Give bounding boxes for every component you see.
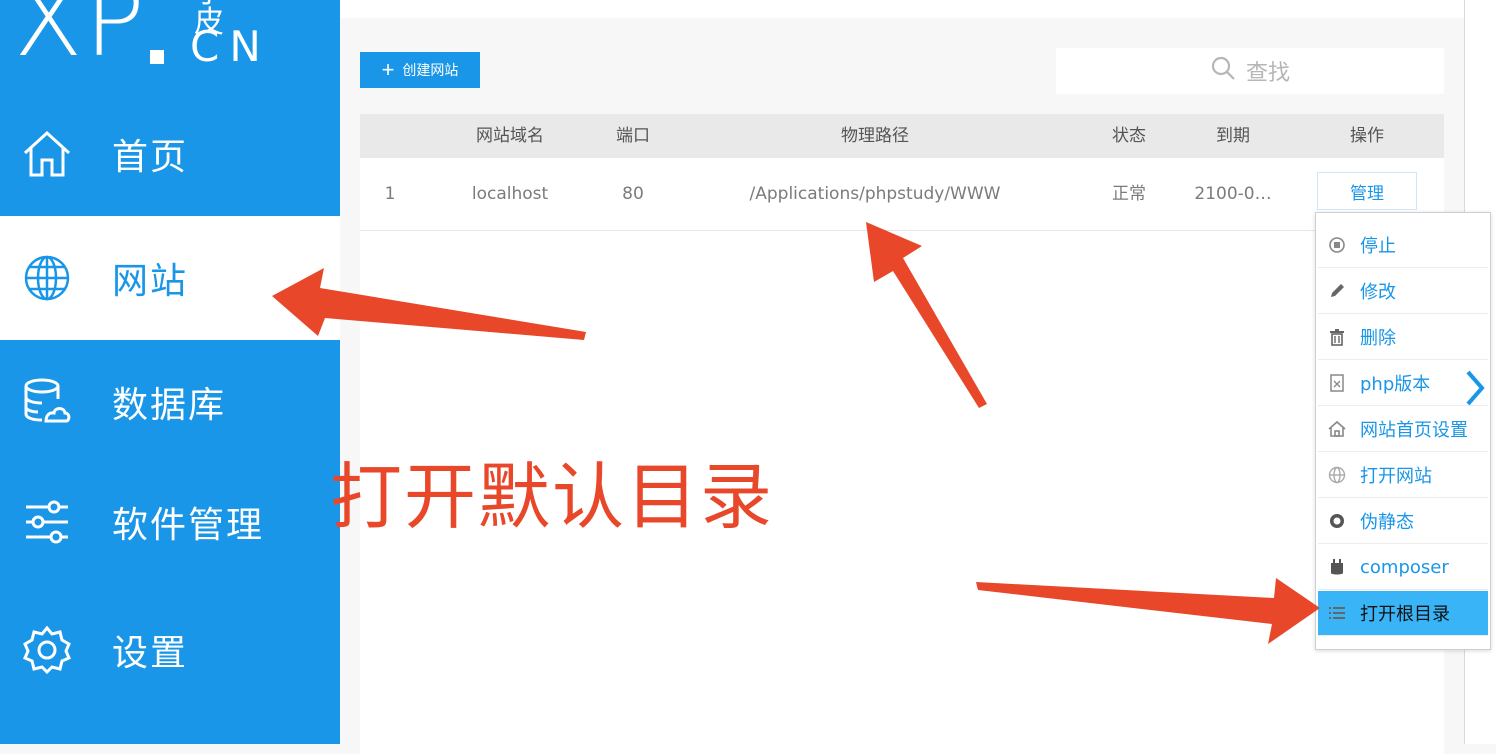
pencil-icon [1328,282,1346,300]
menu-item-label: 修改 [1360,282,1396,303]
table-header: 网站域名 端口 物理路径 状态 到期 操作 [360,114,1444,158]
row-expiry: 2100-0… [1194,184,1272,204]
websites-table: 网站域名 端口 物理路径 状态 到期 操作 1 localhost 80 /Ap… [360,114,1444,754]
home-icon [22,129,72,179]
sidebar-item-home[interactable]: 首页 [0,92,340,216]
home-small-icon [1328,420,1346,438]
column-header-port: 端口 [616,126,650,146]
column-header-path: 物理路径 [841,126,909,146]
menu-item-rewrite[interactable]: 伪静态 [1318,499,1488,544]
annotation-text: 打开默认目录 [330,455,775,539]
row-domain: localhost [471,184,549,204]
menu-item-stop[interactable]: 停止 [1318,223,1488,268]
manage-button[interactable]: 管理 [1317,172,1417,210]
sidebar-item-label: 设置 [112,633,189,674]
sidebar-item-label: 软件管理 [112,505,265,546]
table-row: 1 localhost 80 /Applications/phpstudy/WW… [360,158,1444,231]
menu-item-open-website[interactable]: 打开网站 [1318,453,1488,498]
menu-item-composer[interactable]: composer [1318,545,1488,590]
menu-item-label: 打开根目录 [1360,604,1450,625]
search-input[interactable]: 查找 [1056,48,1444,94]
column-header-expiry: 到期 [1216,126,1250,146]
row-index: 1 [384,184,396,204]
menu-item-delete[interactable]: 删除 [1318,315,1488,360]
column-header-domain: 网站域名 [476,126,544,146]
row-status: 正常 [1112,184,1146,204]
php-file-icon [1328,374,1346,392]
menu-item-label: 删除 [1360,328,1396,349]
gear-small-icon [1328,512,1346,530]
search-icon [1210,55,1236,87]
menu-item-open-root-directory[interactable]: 打开根目录 [1318,591,1488,636]
sidebar-item-settings[interactable]: 设置 [0,588,340,712]
menu-item-edit[interactable]: 修改 [1318,269,1488,314]
menu-item-label: php版本 [1360,374,1431,395]
top-band [340,0,1464,18]
menu-item-label: 停止 [1360,236,1396,257]
menu-item-label: composer [1360,556,1449,578]
search-placeholder: 查找 [1245,61,1290,86]
menu-item-label: 打开网站 [1360,466,1432,487]
manage-dropdown-menu: 停止 修改 删除 php版本 网站首页设置 打开网站 伪静态 composer … [1315,212,1491,650]
plus-icon: + [381,57,395,82]
sidebar-item-websites[interactable]: 网站 [0,216,340,340]
row-path: /Applications/phpstudy/WWW [749,184,1001,204]
sidebar-item-software[interactable]: 软件管理 [0,460,340,584]
sliders-icon [22,497,72,547]
create-website-label: 创建网站 [402,62,459,78]
globe-small-icon [1328,466,1346,484]
row-port: 80 [622,184,644,204]
chevron-right-icon[interactable] [1464,366,1488,410]
sidebar-item-label: 数据库 [112,385,227,426]
create-website-button[interactable]: + 创建网站 [360,52,480,88]
stop-icon [1328,236,1346,254]
main-content: + 创建网站 查找 网站域名 端口 物理路径 状态 到期 操作 1 localh… [340,0,1464,754]
logo-dot [150,50,164,64]
sidebar-item-label: 首页 [112,137,189,178]
list-icon [1328,604,1346,622]
database-icon [22,377,72,427]
gear-icon [22,625,72,675]
menu-item-php-version[interactable]: php版本 [1318,361,1488,406]
sidebar: XP CN 小皮 首页 网站 数据库 软件管理 设置 [0,0,340,744]
logo-xp-text: XP [14,0,147,79]
composer-icon [1328,558,1346,576]
column-header-status: 状态 [1112,126,1146,146]
menu-item-label: 网站首页设置 [1360,420,1468,441]
sidebar-item-database[interactable]: 数据库 [0,340,340,464]
menu-item-label: 伪静态 [1360,512,1414,533]
menu-item-homepage-settings[interactable]: 网站首页设置 [1318,407,1488,452]
globe-icon [22,253,72,303]
sidebar-item-label: 网站 [112,261,189,302]
column-header-action: 操作 [1350,126,1384,146]
logo-tagline: 小皮 [194,0,224,40]
trash-icon [1328,328,1346,346]
